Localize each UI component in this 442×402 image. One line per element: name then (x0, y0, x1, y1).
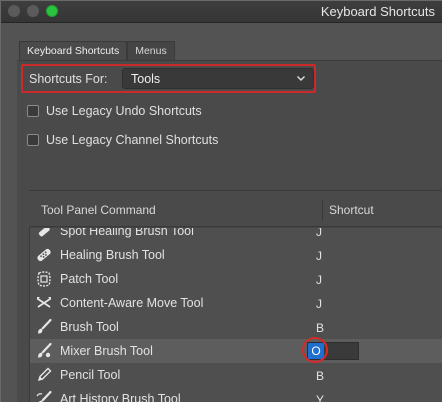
minimize-window-button[interactable] (27, 5, 39, 17)
table-row[interactable]: Pencil Tool B (30, 363, 442, 387)
pencil-icon (37, 367, 52, 382)
row-shortcut-key[interactable]: B (316, 369, 324, 383)
content-aware-move-icon (37, 297, 51, 308)
shortcuts-for-highlight: Shortcuts For: Tools (21, 64, 316, 93)
zoom-window-button[interactable] (46, 5, 58, 17)
row-command-name: Pencil Tool (60, 368, 121, 382)
tab-keyboard-shortcuts[interactable]: Keyboard Shortcuts (19, 41, 128, 60)
table-row[interactable]: Patch Tool J (30, 267, 442, 291)
legacy-channel-label: Use Legacy Channel Shortcuts (46, 133, 219, 147)
row-shortcut-key[interactable]: J (316, 249, 322, 263)
title-bar: Keyboard Shortcuts (1, 1, 442, 23)
row-command-name: Patch Tool (60, 272, 119, 286)
legacy-undo-checkbox[interactable] (27, 105, 39, 117)
row-shortcut-key[interactable]: B (316, 321, 324, 335)
healing-brush-icon (37, 248, 51, 262)
spot-healing-brush-icon (38, 228, 50, 237)
brush-icon (38, 318, 52, 334)
shortcuts-for-value: Tools (131, 72, 161, 86)
shortcuts-for-select[interactable]: Tools (122, 68, 314, 89)
table-row[interactable]: Art History Brush Tool Y (30, 387, 442, 402)
art-history-brush-icon (36, 390, 52, 402)
table-row-selected[interactable]: Mixer Brush Tool O (30, 337, 442, 363)
table-row[interactable]: Spot Healing Brush Tool J (30, 228, 442, 243)
legacy-channel-option[interactable]: Use Legacy Channel Shortcuts (27, 132, 218, 148)
legacy-undo-label: Use Legacy Undo Shortcuts (46, 104, 202, 118)
row-shortcut-key[interactable]: Y (316, 393, 324, 402)
table-row[interactable]: Brush Tool B (30, 315, 442, 339)
table-row[interactable]: Healing Brush Tool J (30, 243, 442, 267)
row-command-name: Content-Aware Move Tool (60, 296, 204, 310)
column-divider[interactable] (322, 199, 323, 221)
row-command-name: Brush Tool (60, 320, 119, 334)
table-row[interactable]: Content-Aware Move Tool J (30, 291, 442, 315)
legacy-undo-option[interactable]: Use Legacy Undo Shortcuts (27, 103, 202, 119)
tab-menus[interactable]: Menus (127, 41, 175, 60)
row-command-name: Art History Brush Tool (60, 392, 181, 402)
row-command-name: Spot Healing Brush Tool (60, 228, 194, 238)
row-shortcut-key[interactable]: J (316, 228, 322, 239)
tab-bar: Keyboard Shortcuts Menus (19, 41, 175, 60)
close-window-button[interactable] (8, 5, 20, 17)
keyboard-shortcuts-window: Keyboard Shortcuts Keyboard Shortcuts Me… (0, 0, 442, 402)
highlight-circle (302, 337, 328, 363)
mixer-brush-icon (38, 342, 52, 358)
window-title: Keyboard Shortcuts (320, 4, 435, 19)
shortcuts-table: Tool Panel Command Shortcut Spot Healing… (29, 190, 442, 402)
row-command-name: Mixer Brush Tool (60, 344, 153, 358)
column-header-command[interactable]: Tool Panel Command (41, 203, 156, 217)
patch-icon (37, 271, 51, 287)
table-header: Tool Panel Command Shortcut (29, 190, 442, 227)
row-command-name: Healing Brush Tool (60, 248, 165, 262)
column-header-shortcut[interactable]: Shortcut (329, 203, 374, 217)
row-shortcut-key[interactable]: J (316, 297, 322, 311)
dialog-content: Keyboard Shortcuts Menus Shortcuts For: … (1, 23, 442, 402)
row-shortcut-key[interactable]: J (316, 273, 322, 287)
legacy-channel-checkbox[interactable] (27, 134, 39, 146)
table-body[interactable]: Spot Healing Brush Tool J Healing Brush … (29, 228, 442, 402)
shortcuts-for-label: Shortcuts For: (29, 72, 108, 86)
chevron-down-icon (297, 76, 305, 81)
shortcuts-panel: Shortcuts For: Tools Use Legacy Undo Sho… (17, 60, 442, 402)
